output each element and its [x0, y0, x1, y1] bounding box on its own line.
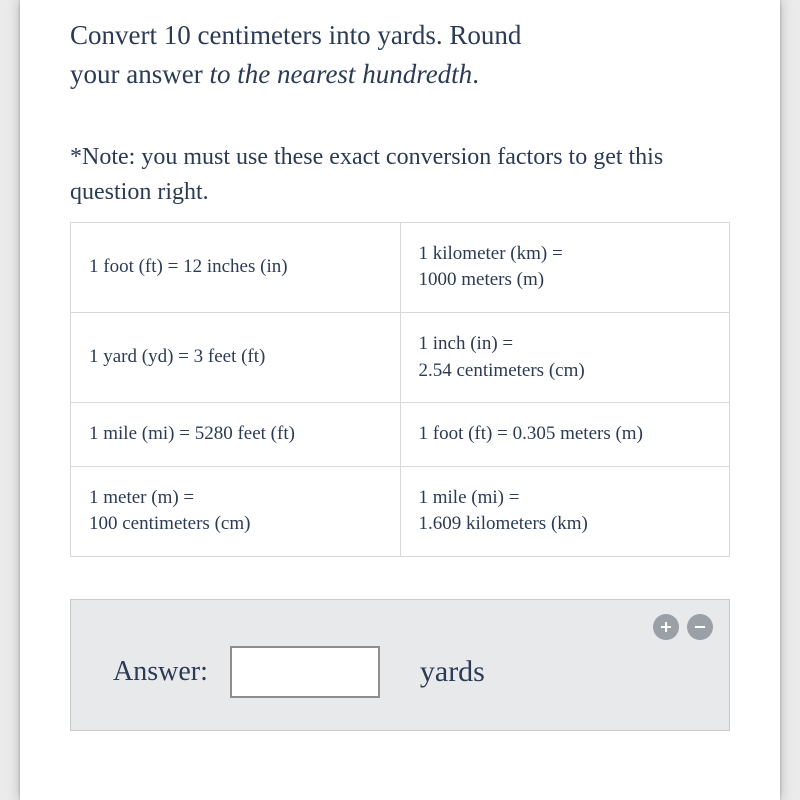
conv-cell: 1 yard (yd) = 3 feet (ft)	[71, 313, 401, 403]
question-line2a: your answer	[70, 59, 209, 89]
question-emphasis: to the nearest hundredth	[209, 59, 472, 89]
remove-button[interactable]	[687, 614, 713, 640]
answer-panel: Answer: yards	[70, 599, 730, 731]
question-text: Convert 10 centimeters into yards. Round…	[70, 16, 730, 94]
conversion-table: 1 foot (ft) = 12 inches (in) 1 kilometer…	[70, 222, 730, 557]
conv-line: 1000 meters (m)	[419, 269, 545, 290]
note-text: *Note: you must use these exact conversi…	[70, 140, 730, 210]
conv-cell: 1 meter (m) = 100 centimeters (cm)	[71, 466, 401, 556]
table-row: 1 foot (ft) = 12 inches (in) 1 kilometer…	[71, 222, 730, 312]
table-row: 1 meter (m) = 100 centimeters (cm) 1 mil…	[71, 466, 730, 556]
conv-cell: 1 kilometer (km) = 1000 meters (m)	[400, 222, 730, 312]
answer-row: Answer: yards	[91, 646, 709, 698]
conv-line: 1 inch (in) =	[419, 333, 514, 354]
add-button[interactable]	[653, 614, 679, 640]
plus-icon	[659, 620, 673, 634]
conv-cell: 1 foot (ft) = 12 inches (in)	[71, 222, 401, 312]
question-line2c: .	[472, 59, 479, 89]
conv-line: 100 centimeters (cm)	[89, 513, 250, 534]
answer-label: Answer:	[113, 656, 208, 688]
answer-input[interactable]	[230, 646, 380, 698]
conv-cell: 1 foot (ft) = 0.305 meters (m)	[400, 403, 730, 467]
conv-cell: 1 mile (mi) = 5280 feet (ft)	[71, 403, 401, 467]
conv-line: 1 mile (mi) =	[419, 487, 520, 508]
worksheet-page: Convert 10 centimeters into yards. Round…	[20, 0, 780, 800]
question-line1: Convert 10 centimeters into yards. Round	[70, 20, 521, 50]
table-row: 1 yard (yd) = 3 feet (ft) 1 inch (in) = …	[71, 313, 730, 403]
conv-line: 2.54 centimeters (cm)	[419, 360, 585, 381]
panel-controls	[653, 614, 713, 640]
conv-line: 1 kilometer (km) =	[419, 243, 563, 264]
conv-line: 1.609 kilometers (km)	[419, 513, 588, 534]
answer-unit: yards	[420, 655, 485, 689]
conv-cell: 1 mile (mi) = 1.609 kilometers (km)	[400, 466, 730, 556]
table-row: 1 mile (mi) = 5280 feet (ft) 1 foot (ft)…	[71, 403, 730, 467]
conv-line: 1 meter (m) =	[89, 487, 194, 508]
minus-icon	[693, 620, 707, 634]
conv-cell: 1 inch (in) = 2.54 centimeters (cm)	[400, 313, 730, 403]
